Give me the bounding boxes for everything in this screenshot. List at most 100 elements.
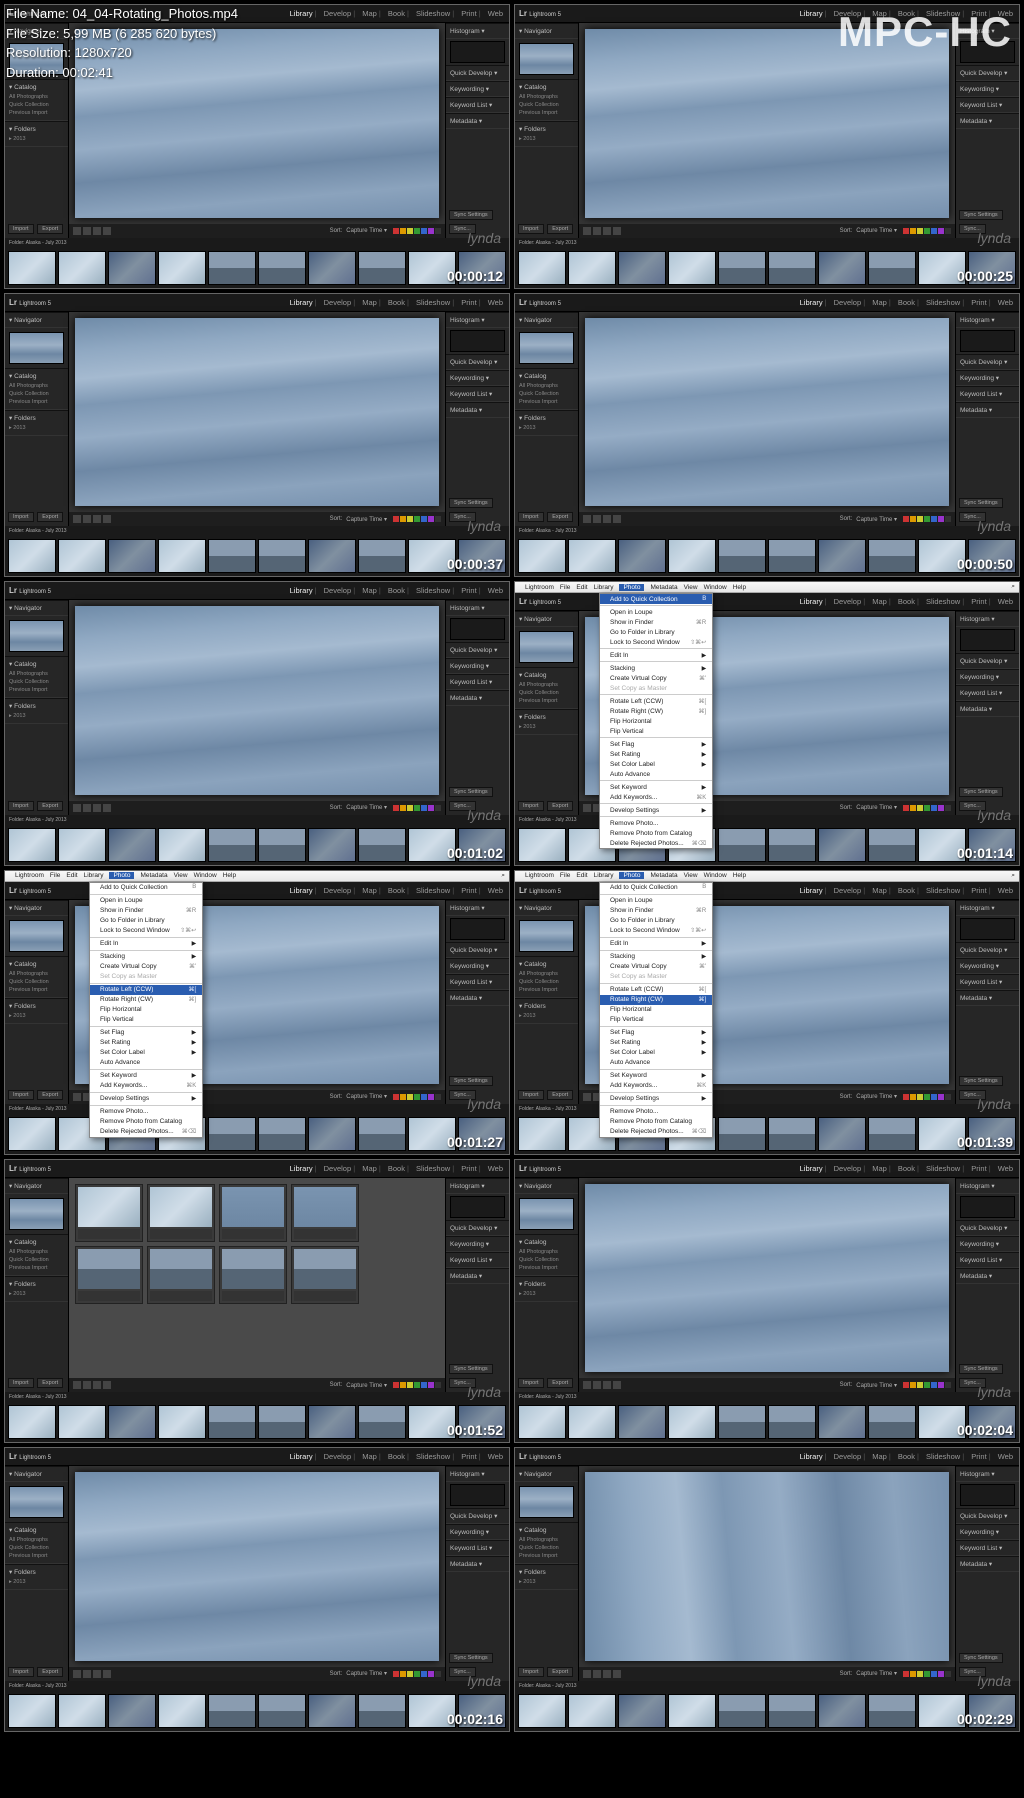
menu-library[interactable]: Library [594, 584, 614, 591]
menu-item[interactable]: Flip Vertical [90, 1015, 202, 1025]
menu-item[interactable]: Remove Photo from Catalog [600, 1117, 712, 1127]
color-label[interactable] [938, 516, 944, 522]
module-library[interactable]: Library [798, 886, 829, 895]
filmstrip-thumbnail[interactable] [358, 539, 406, 573]
filmstrip-thumbnail[interactable] [718, 1694, 766, 1728]
filmstrip-thumbnail[interactable] [518, 539, 566, 573]
color-label[interactable] [393, 516, 399, 522]
color-label[interactable] [435, 1094, 441, 1100]
grid-view-icon[interactable] [73, 227, 81, 235]
filmstrip[interactable] [5, 536, 509, 576]
keywording-panel[interactable]: Keywording ▾ [450, 85, 505, 93]
keywording-panel[interactable]: Keywording ▾ [450, 662, 505, 670]
catalog-item[interactable]: Quick Collection [9, 1256, 64, 1264]
filmstrip-thumbnail[interactable] [818, 1694, 866, 1728]
menu-item[interactable]: Set Copy as Master [90, 972, 202, 982]
color-label[interactable] [917, 1671, 923, 1677]
sort-dropdown[interactable]: Capture Time ▾ [346, 1382, 387, 1389]
survey-view-icon[interactable] [103, 515, 111, 523]
filmstrip-thumbnail[interactable] [108, 251, 156, 285]
folder-item[interactable]: ▸ 2013 [9, 1290, 64, 1298]
menu-item[interactable]: Remove Photo from Catalog [600, 828, 712, 838]
color-label[interactable] [393, 1094, 399, 1100]
module-map[interactable]: Map [360, 886, 383, 895]
catalog-panel[interactable]: ▾ Catalog [9, 1526, 64, 1534]
filmstrip-thumbnail[interactable] [208, 828, 256, 862]
grid-view-icon[interactable] [73, 515, 81, 523]
color-label[interactable] [414, 1094, 420, 1100]
filmstrip-thumbnail[interactable] [158, 251, 206, 285]
menu-photo[interactable]: Photo [619, 584, 644, 591]
keyword-list-panel[interactable]: Keyword List ▾ [450, 390, 505, 398]
catalog-panel[interactable]: ▾ Catalog [9, 1238, 64, 1246]
histogram-panel[interactable]: Histogram ▾ [450, 904, 505, 912]
module-slideshow[interactable]: Slideshow [414, 9, 456, 18]
filmstrip-thumbnail[interactable] [258, 539, 306, 573]
folder-item[interactable]: ▸ 2013 [9, 135, 64, 143]
menu-item[interactable]: Add to Quick CollectionB [600, 594, 712, 604]
color-label[interactable] [924, 1671, 930, 1677]
grid-cell[interactable] [219, 1246, 287, 1304]
module-print[interactable]: Print [459, 298, 482, 307]
sync-settings-button[interactable]: Sync Settings [959, 1653, 1003, 1663]
menu-lightroom[interactable]: Lightroom [525, 584, 554, 591]
menu-item[interactable]: Go to Folder in Library [600, 627, 712, 637]
photo-menu-dropdown[interactable]: Add to Quick CollectionBOpen in LoupeSho… [89, 882, 203, 1138]
filmstrip-thumbnail[interactable] [868, 1405, 916, 1439]
module-print[interactable]: Print [969, 886, 992, 895]
loupe-image[interactable] [585, 318, 949, 507]
keywording-panel[interactable]: Keywording ▾ [960, 1528, 1015, 1536]
filmstrip-thumbnail[interactable] [58, 828, 106, 862]
color-label[interactable] [400, 1671, 406, 1677]
folder-item[interactable]: ▸ 2013 [519, 723, 574, 731]
menu-item[interactable]: Develop Settings▶ [90, 1094, 202, 1104]
sync-settings-button[interactable]: Sync Settings [449, 1653, 493, 1663]
loupe-view-icon[interactable] [83, 227, 91, 235]
menu-item[interactable]: Lock to Second Window⇧⌘↩ [90, 926, 202, 936]
folder-item[interactable]: ▸ 2013 [9, 424, 64, 432]
sync-settings-button[interactable]: Sync Settings [959, 1364, 1003, 1374]
import-button[interactable]: Import [518, 801, 544, 811]
module-library[interactable]: Library [798, 597, 829, 606]
module-book[interactable]: Book [386, 298, 411, 307]
menu-item[interactable]: Set Color Label▶ [600, 1048, 712, 1058]
filmstrip[interactable] [5, 825, 509, 865]
catalog-item[interactable]: Quick Collection [519, 390, 574, 398]
module-map[interactable]: Map [360, 1452, 383, 1461]
navigator-panel[interactable]: ▾ Navigator [9, 1182, 64, 1190]
sync-settings-button[interactable]: Sync Settings [959, 1076, 1003, 1086]
catalog-item[interactable]: Previous Import [519, 1264, 574, 1272]
module-slideshow[interactable]: Slideshow [924, 597, 966, 606]
catalog-item[interactable]: All Photographs [9, 670, 64, 678]
menu-item[interactable]: Set Rating▶ [600, 749, 712, 759]
menu-item[interactable]: Flip Horizontal [600, 1005, 712, 1015]
menu-edit[interactable]: Edit [66, 872, 77, 879]
color-label[interactable] [903, 228, 909, 234]
catalog-item[interactable]: Quick Collection [519, 101, 574, 109]
import-button[interactable]: Import [518, 512, 544, 522]
catalog-item[interactable]: Previous Import [9, 1552, 64, 1560]
color-label[interactable] [910, 1382, 916, 1388]
menu-window[interactable]: Window [704, 584, 727, 591]
color-label[interactable] [407, 516, 413, 522]
color-label[interactable] [910, 516, 916, 522]
filmstrip-thumbnail[interactable] [308, 1694, 356, 1728]
histogram-panel[interactable]: Histogram ▾ [450, 1182, 505, 1190]
filmstrip-thumbnail[interactable] [618, 251, 666, 285]
menu-item[interactable]: Auto Advance [600, 1058, 712, 1068]
color-label[interactable] [435, 1382, 441, 1388]
keywording-panel[interactable]: Keywording ▾ [450, 374, 505, 382]
color-label[interactable] [917, 805, 923, 811]
catalog-panel[interactable]: ▾ Catalog [519, 1526, 574, 1534]
menu-item[interactable]: Create Virtual Copy⌘' [90, 962, 202, 972]
menu-photo[interactable]: Photo [619, 872, 644, 879]
metadata-panel[interactable]: Metadata ▾ [960, 117, 1015, 125]
metadata-panel[interactable]: Metadata ▾ [960, 994, 1015, 1002]
filmstrip-thumbnail[interactable] [308, 251, 356, 285]
sync-settings-button[interactable]: Sync Settings [959, 787, 1003, 797]
color-label[interactable] [421, 1671, 427, 1677]
filmstrip-thumbnail[interactable] [768, 828, 816, 862]
color-label[interactable] [421, 1094, 427, 1100]
quick-develop-panel[interactable]: Quick Develop ▾ [960, 657, 1015, 665]
color-label[interactable] [400, 516, 406, 522]
